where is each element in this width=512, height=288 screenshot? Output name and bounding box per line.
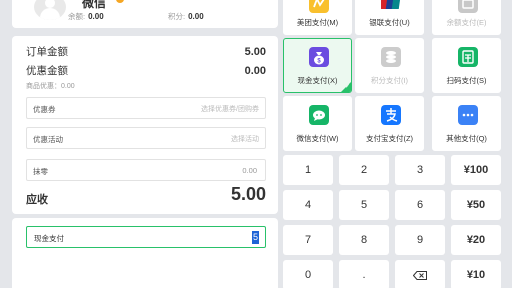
pay-other-button[interactable]: 其他支付(Q) [432, 96, 501, 151]
wechat-icon [309, 105, 329, 125]
member-name: 微信 [82, 0, 107, 10]
unionpay-icon [379, 0, 401, 13]
backspace-icon [413, 270, 427, 280]
goods-discount-text: 商品优惠：0.00 [26, 83, 75, 90]
discount-amount-value: 0.00 [244, 65, 266, 77]
cash-payment-value[interactable]: 5 [251, 231, 259, 244]
key-6[interactable]: 6 [395, 190, 445, 220]
pay-wechat-label: 微信支付(W) [296, 134, 339, 143]
pay-alipay-button[interactable]: 支付宝支付(Z) [355, 96, 424, 151]
pay-balance-label: 余额支付(E) [446, 18, 487, 27]
key-8[interactable]: 8 [339, 225, 389, 255]
quick-amount-20[interactable]: ¥20 [451, 225, 501, 255]
qrcode-icon [458, 47, 478, 67]
backspace-button[interactable] [395, 260, 445, 288]
key-1[interactable]: 1 [283, 155, 333, 185]
pay-points-label: 积分支付(I) [370, 76, 409, 85]
pay-wechat-button[interactable]: 微信支付(W) [283, 96, 352, 151]
rounding-value: 0.00 [242, 166, 257, 175]
key-5[interactable]: 5 [339, 190, 389, 220]
pay-qrcode-label: 扫码支付(S) [446, 76, 487, 85]
coupon-field[interactable]: 优惠券 选择优惠券/团购券 [26, 97, 266, 119]
pay-meituan-label: 美团支付(M) [296, 18, 339, 27]
amount-due-label: 应收 [26, 194, 48, 206]
rounding-field[interactable]: 抹零 0.00 [26, 159, 266, 181]
key-0[interactable]: 0 [283, 260, 333, 288]
check-icon: ✓ [344, 84, 350, 90]
coupon-label: 优惠券 [33, 105, 56, 114]
promotion-placeholder: 选择活动 [231, 136, 259, 143]
cash-payment-label: 现金支付 [34, 234, 64, 243]
balance-icon [458, 0, 478, 13]
order-amount-label: 订单金额 [26, 46, 68, 58]
key-dot[interactable]: . [339, 260, 389, 288]
discount-amount-label: 优惠金额 [26, 65, 68, 77]
pay-meituan-button[interactable]: 美团支付(M) [283, 0, 352, 35]
pay-unionpay-button[interactable]: 银联支付(U) [355, 0, 424, 35]
quick-amount-100[interactable]: ¥100 [451, 155, 501, 185]
payment-input-panel: 现金支付 5 [12, 218, 278, 288]
points-icon [381, 47, 401, 67]
key-9[interactable]: 9 [395, 225, 445, 255]
cash-icon: $ [309, 47, 329, 67]
coupon-placeholder: 选择优惠券/团购券 [201, 106, 259, 113]
balance: 余额: 0.00 [68, 12, 104, 21]
alipay-icon [381, 105, 401, 125]
pay-qrcode-button[interactable]: 扫码支付(S) [432, 38, 501, 93]
rounding-label: 抹零 [33, 167, 48, 176]
promotion-field[interactable]: 优惠活动 选择活动 [26, 127, 266, 149]
order-summary: 订单金额 5.00 优惠金额 0.00 商品优惠：0.00 优惠券 选择优惠券/… [12, 36, 278, 214]
key-4[interactable]: 4 [283, 190, 333, 220]
pay-balance-button[interactable]: 余额支付(E) [432, 0, 501, 35]
pay-unionpay-label: 银联支付(U) [369, 18, 410, 27]
pay-other-label: 其他支付(Q) [446, 134, 487, 143]
amount-due-value: 5.00 [230, 184, 266, 204]
key-2[interactable]: 2 [339, 155, 389, 185]
promotion-label: 优惠活动 [33, 135, 63, 144]
pay-alipay-label: 支付宝支付(Z) [365, 134, 414, 143]
avatar [34, 0, 66, 20]
discount-amount-row: 优惠金额 0.00 [26, 63, 266, 78]
meituan-icon [309, 0, 329, 13]
key-3[interactable]: 3 [395, 155, 445, 185]
pay-points-button[interactable]: 积分支付(I) [355, 38, 424, 93]
cash-payment-input[interactable]: 现金支付 5 [26, 226, 266, 248]
points: 积分: 0.00 [168, 12, 204, 21]
key-7[interactable]: 7 [283, 225, 333, 255]
order-amount-row: 订单金额 5.00 [26, 44, 266, 59]
quick-amount-50[interactable]: ¥50 [451, 190, 501, 220]
quick-amount-10[interactable]: ¥10 [451, 260, 501, 288]
member-panel: 微信 余额: 0.00 积分: 0.00 [12, 0, 278, 28]
more-icon [458, 105, 478, 125]
pay-cash-button[interactable]: $ 现金支付(X) ✓ [283, 38, 352, 93]
member-level-icon [116, 0, 124, 3]
order-amount-value: 5.00 [244, 46, 266, 58]
